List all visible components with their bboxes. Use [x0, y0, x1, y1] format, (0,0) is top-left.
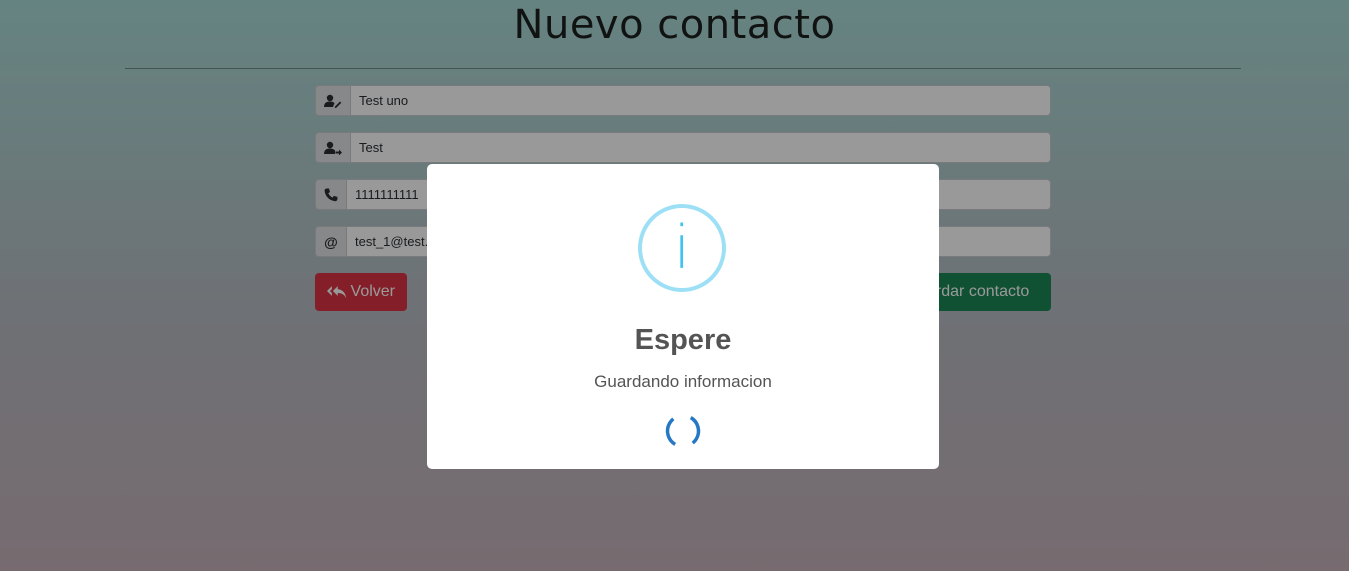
dialog-message: Guardando informacion: [594, 372, 772, 391]
loading-dialog: i Espere Guardando informacion: [427, 164, 939, 469]
dialog-title: Espere: [634, 324, 732, 356]
info-icon: i: [638, 204, 726, 292]
spinner-icon: [665, 413, 701, 449]
